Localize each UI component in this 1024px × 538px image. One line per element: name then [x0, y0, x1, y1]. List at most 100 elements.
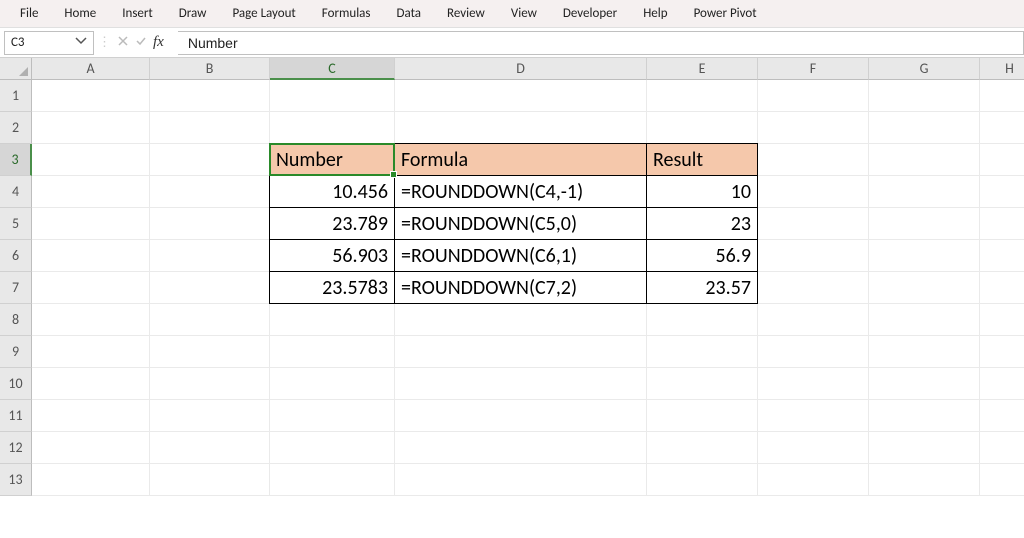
- cell-B9[interactable]: [150, 336, 270, 368]
- ribbon-tab-page-layout[interactable]: Page Layout: [220, 2, 307, 25]
- cell-F5[interactable]: [758, 208, 869, 240]
- cell-A9[interactable]: [32, 336, 150, 368]
- cell-G2[interactable]: [869, 112, 980, 144]
- cell-A2[interactable]: [32, 112, 150, 144]
- cell-G1[interactable]: [869, 80, 980, 112]
- cell-A12[interactable]: [32, 432, 150, 464]
- ribbon-tab-developer[interactable]: Developer: [551, 2, 629, 25]
- cancel-icon[interactable]: [117, 35, 129, 51]
- cell-F11[interactable]: [758, 400, 869, 432]
- cell-C7[interactable]: 23.5783: [269, 271, 395, 304]
- cell-E4[interactable]: 10: [646, 175, 758, 208]
- row-header-12[interactable]: 12: [0, 432, 32, 464]
- cell-H1[interactable]: [980, 80, 1024, 112]
- cell-H7[interactable]: [980, 272, 1024, 304]
- cell-G3[interactable]: [869, 144, 980, 176]
- cell-G9[interactable]: [869, 336, 980, 368]
- row-header-4[interactable]: 4: [0, 176, 32, 208]
- cell-A11[interactable]: [32, 400, 150, 432]
- ribbon-tab-help[interactable]: Help: [631, 2, 679, 25]
- cell-A5[interactable]: [32, 208, 150, 240]
- cell-D13[interactable]: [395, 464, 647, 496]
- cell-C2[interactable]: [270, 112, 395, 144]
- cell-B11[interactable]: [150, 400, 270, 432]
- cell-E6[interactable]: 56.9: [646, 239, 758, 272]
- chevron-down-icon[interactable]: [75, 35, 87, 51]
- cell-H6[interactable]: [980, 240, 1024, 272]
- row-header-11[interactable]: 11: [0, 400, 32, 432]
- cell-F2[interactable]: [758, 112, 869, 144]
- cell-G10[interactable]: [869, 368, 980, 400]
- cell-H5[interactable]: [980, 208, 1024, 240]
- cell-D10[interactable]: [395, 368, 647, 400]
- fx-icon[interactable]: fx: [153, 34, 164, 51]
- col-header-D[interactable]: D: [395, 58, 647, 80]
- col-header-A[interactable]: A: [32, 58, 150, 80]
- row-header-1[interactable]: 1: [0, 80, 32, 112]
- cell-B2[interactable]: [150, 112, 270, 144]
- cell-G7[interactable]: [869, 272, 980, 304]
- cell-F13[interactable]: [758, 464, 869, 496]
- cell-D2[interactable]: [395, 112, 647, 144]
- cell-A3[interactable]: [32, 144, 150, 176]
- cell-D5[interactable]: =ROUNDDOWN(C5,0): [394, 207, 647, 240]
- cell-D11[interactable]: [395, 400, 647, 432]
- cell-E5[interactable]: 23: [646, 207, 758, 240]
- cell-E12[interactable]: [647, 432, 758, 464]
- ribbon-tab-draw[interactable]: Draw: [167, 2, 219, 25]
- cell-G4[interactable]: [869, 176, 980, 208]
- cell-B5[interactable]: [150, 208, 270, 240]
- cell-E13[interactable]: [647, 464, 758, 496]
- cell-H9[interactable]: [980, 336, 1024, 368]
- cell-B10[interactable]: [150, 368, 270, 400]
- cell-C5[interactable]: 23.789: [269, 207, 395, 240]
- cell-B8[interactable]: [150, 304, 270, 336]
- formula-input[interactable]: [178, 31, 1024, 55]
- cell-C9[interactable]: [270, 336, 395, 368]
- cell-A7[interactable]: [32, 272, 150, 304]
- cell-F12[interactable]: [758, 432, 869, 464]
- col-header-B[interactable]: B: [150, 58, 270, 80]
- cell-E7[interactable]: 23.57: [646, 271, 758, 304]
- row-header-8[interactable]: 8: [0, 304, 32, 336]
- cell-C11[interactable]: [270, 400, 395, 432]
- cell-B12[interactable]: [150, 432, 270, 464]
- cell-E11[interactable]: [647, 400, 758, 432]
- cell-D7[interactable]: =ROUNDDOWN(C7,2): [394, 271, 647, 304]
- cell-H8[interactable]: [980, 304, 1024, 336]
- cell-A4[interactable]: [32, 176, 150, 208]
- cell-D4[interactable]: =ROUNDDOWN(C4,-1): [394, 175, 647, 208]
- cell-H13[interactable]: [980, 464, 1024, 496]
- row-header-2[interactable]: 2: [0, 112, 32, 144]
- cell-G8[interactable]: [869, 304, 980, 336]
- cell-G5[interactable]: [869, 208, 980, 240]
- cell-A8[interactable]: [32, 304, 150, 336]
- cell-E9[interactable]: [647, 336, 758, 368]
- cell-H4[interactable]: [980, 176, 1024, 208]
- cell-C3[interactable]: Number: [269, 143, 395, 176]
- cell-C8[interactable]: [270, 304, 395, 336]
- cell-G13[interactable]: [869, 464, 980, 496]
- select-all-corner[interactable]: [0, 58, 32, 80]
- cell-A10[interactable]: [32, 368, 150, 400]
- ribbon-tab-view[interactable]: View: [499, 2, 549, 25]
- cell-E10[interactable]: [647, 368, 758, 400]
- cell-F6[interactable]: [758, 240, 869, 272]
- cell-H11[interactable]: [980, 400, 1024, 432]
- cell-D6[interactable]: =ROUNDDOWN(C6,1): [394, 239, 647, 272]
- ribbon-tab-formulas[interactable]: Formulas: [310, 2, 383, 25]
- col-header-C[interactable]: C: [270, 58, 395, 80]
- cell-C4[interactable]: 10.456: [269, 175, 395, 208]
- cell-F3[interactable]: [758, 144, 869, 176]
- ribbon-tab-insert[interactable]: Insert: [110, 2, 165, 25]
- cell-E1[interactable]: [647, 80, 758, 112]
- row-header-6[interactable]: 6: [0, 240, 32, 272]
- cell-D3[interactable]: Formula: [394, 143, 647, 176]
- cell-G12[interactable]: [869, 432, 980, 464]
- cell-D1[interactable]: [395, 80, 647, 112]
- cell-F8[interactable]: [758, 304, 869, 336]
- cell-C13[interactable]: [270, 464, 395, 496]
- cell-E2[interactable]: [647, 112, 758, 144]
- ribbon-tab-data[interactable]: Data: [385, 2, 434, 25]
- cell-F1[interactable]: [758, 80, 869, 112]
